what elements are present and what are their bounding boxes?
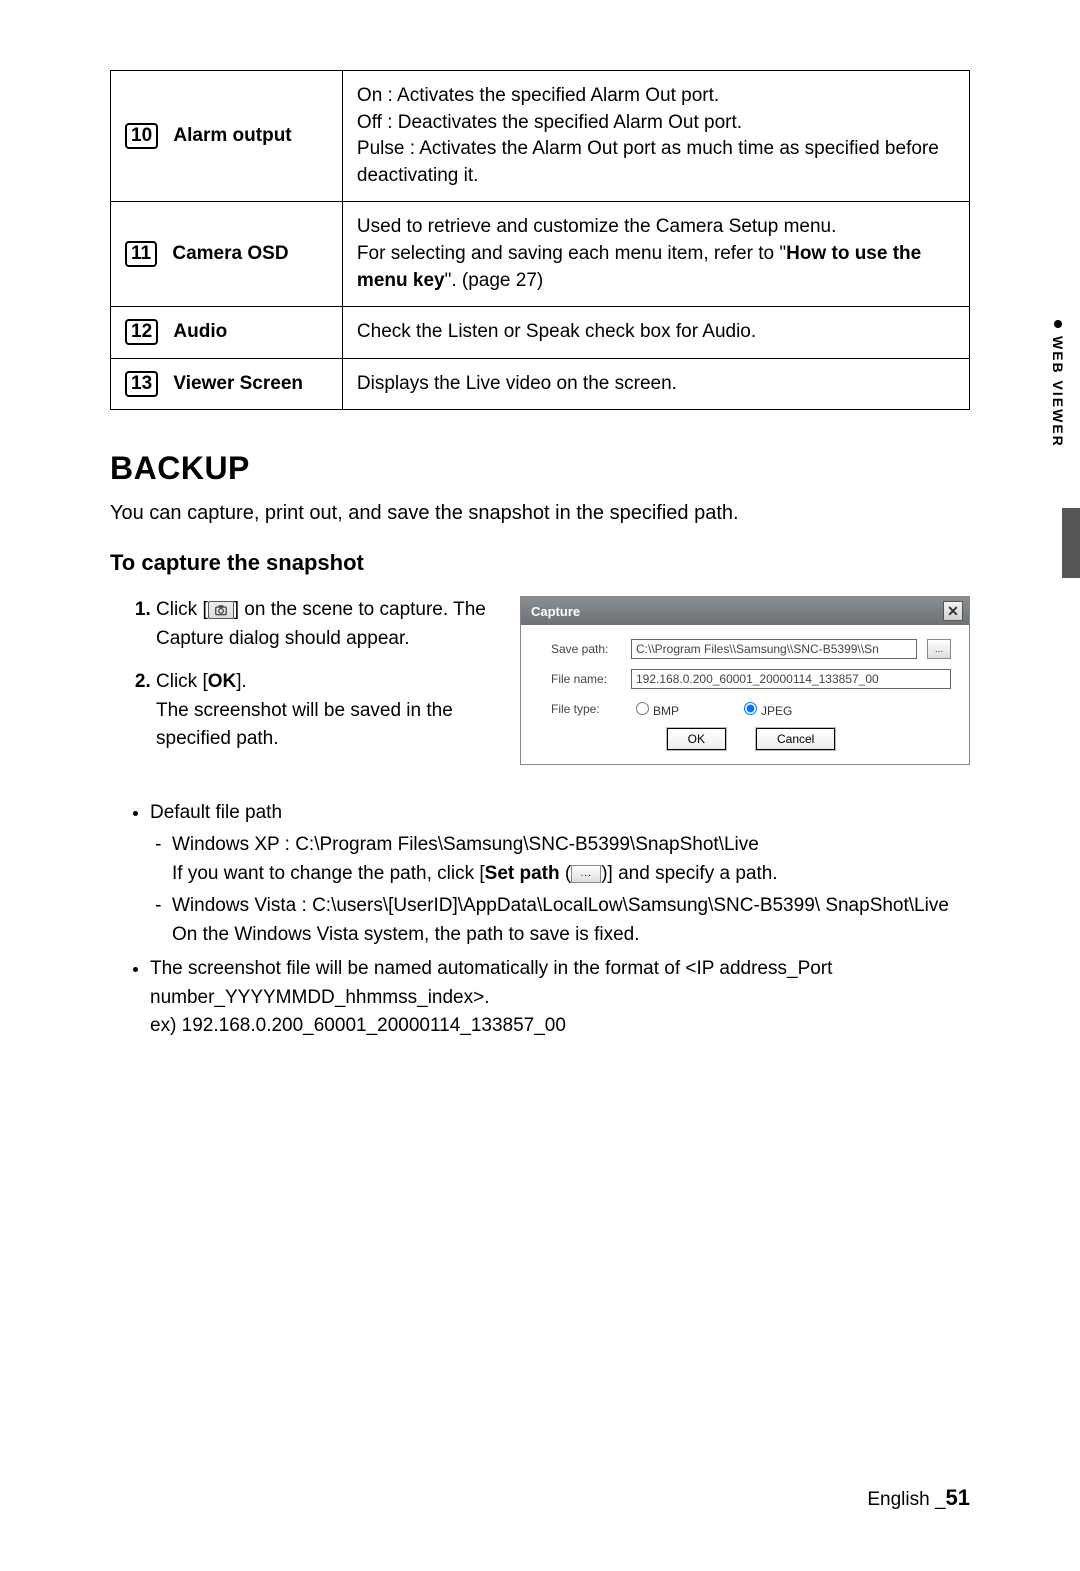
- note-win-vista: Windows Vista : C:\users\[UserID]\AppDat…: [172, 892, 970, 949]
- note-filename: The screenshot file will be named automa…: [150, 955, 970, 1041]
- cancel-button[interactable]: Cancel: [756, 728, 835, 750]
- backup-heading: BACKUP: [110, 450, 970, 487]
- step-2: Click [OK]. The screenshot will be saved…: [156, 668, 490, 754]
- side-thumb: [1062, 508, 1080, 578]
- capture-title: Capture: [531, 604, 580, 619]
- backup-intro: You can capture, print out, and save the…: [110, 502, 970, 525]
- note-win-xp: Windows XP : C:\Program Files\Samsung\SN…: [172, 831, 970, 888]
- notes-list: Default file path Windows XP : C:\Progra…: [110, 799, 970, 1041]
- radio-jpeg[interactable]: JPEG: [739, 699, 792, 718]
- row-13-desc: Displays the Live video on the screen.: [342, 358, 969, 410]
- feature-table: 10 Alarm output On : Activates the speci…: [110, 70, 970, 410]
- radio-bmp[interactable]: BMP: [631, 699, 679, 718]
- row-11-desc: Used to retrieve and customize the Camer…: [342, 202, 969, 307]
- numbox-10: 10: [125, 123, 158, 149]
- browse-button[interactable]: ...: [927, 639, 951, 659]
- capture-subheading: To capture the snapshot: [110, 550, 970, 576]
- file-name-input[interactable]: 192.168.0.200_60001_20000114_133857_00: [631, 669, 951, 689]
- row-10-label: 10 Alarm output: [111, 71, 343, 202]
- page-footer: English _51: [867, 1485, 970, 1511]
- capture-titlebar: Capture ✕: [521, 597, 969, 625]
- close-icon[interactable]: ✕: [943, 601, 963, 621]
- side-tab: WEB VIEWER: [1050, 320, 1066, 448]
- row-10-desc: On : Activates the specified Alarm Out p…: [342, 71, 969, 202]
- file-type-label: File type:: [551, 702, 621, 716]
- row-12-label: 12 Audio: [111, 307, 343, 359]
- file-name-label: File name:: [551, 672, 621, 686]
- dots-icon: ...: [571, 865, 601, 883]
- step-1: Click [] on the scene to capture. The Ca…: [156, 596, 490, 653]
- numbox-13: 13: [125, 371, 158, 397]
- ok-button[interactable]: OK: [667, 728, 726, 750]
- save-path-label: Save path:: [551, 642, 621, 656]
- row-11-label: 11 Camera OSD: [111, 202, 343, 307]
- note-default-path: Default file path Windows XP : C:\Progra…: [150, 799, 970, 950]
- row-13-label: 13 Viewer Screen: [111, 358, 343, 410]
- side-dot-icon: [1054, 320, 1062, 328]
- save-path-input[interactable]: C:\\Program Files\\Samsung\\SNC-B5399\\S…: [631, 639, 917, 659]
- numbox-11: 11: [125, 241, 157, 267]
- camera-icon: [208, 601, 234, 619]
- steps-list: Click [] on the scene to capture. The Ca…: [110, 596, 490, 754]
- numbox-12: 12: [125, 319, 158, 345]
- capture-dialog: Capture ✕ Save path: C:\\Program Files\\…: [520, 596, 970, 765]
- row-12-desc: Check the Listen or Speak check box for …: [342, 307, 969, 359]
